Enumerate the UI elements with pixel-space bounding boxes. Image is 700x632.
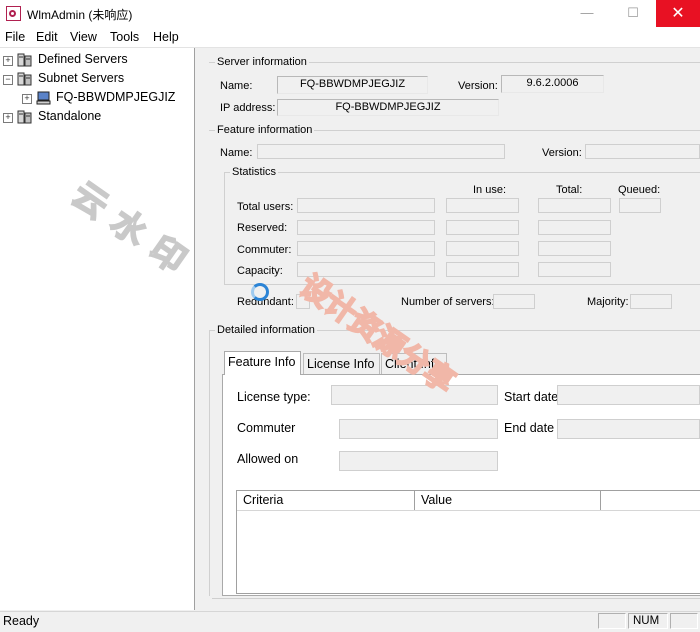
stat-field	[446, 262, 519, 277]
server-group-icon	[17, 53, 32, 67]
status-text: Ready	[3, 614, 40, 628]
ip-address-field: FQ-BBWDMPJEGJIZ	[277, 99, 499, 116]
stat-total-users-label: Total users:	[237, 201, 294, 213]
majority-label: Majority:	[587, 296, 629, 308]
tree-item-label: Standalone	[38, 109, 102, 123]
feature-name-field	[257, 144, 505, 159]
menu-view[interactable]: View	[70, 30, 97, 44]
server-group-icon	[17, 110, 32, 124]
stat-field	[297, 198, 435, 213]
tab-feature-info[interactable]: Feature Info	[224, 351, 301, 375]
menu-help[interactable]: Help	[153, 30, 179, 44]
stat-field	[297, 220, 435, 235]
group-border	[209, 330, 210, 596]
license-type-field	[331, 385, 498, 405]
start-date-label: Start date	[504, 390, 559, 404]
minimize-button[interactable]: —	[564, 0, 610, 27]
stat-field	[446, 241, 519, 256]
close-button[interactable]: ✕	[656, 0, 700, 27]
queued-header: Queued:	[618, 184, 661, 196]
commuter-label: Commuter	[237, 421, 296, 435]
allowed-on-field	[339, 451, 498, 471]
commuter-field	[339, 419, 498, 439]
menu-edit[interactable]: Edit	[36, 30, 58, 44]
stat-field	[446, 220, 519, 235]
expand-icon[interactable]: +	[3, 56, 13, 66]
total-header: Total:	[556, 184, 583, 196]
stat-field	[619, 198, 661, 213]
tree-item-label: Defined Servers	[38, 52, 128, 66]
menu-tools[interactable]: Tools	[110, 30, 139, 44]
status-panel	[670, 613, 698, 629]
number-of-servers-field	[493, 294, 535, 309]
menu-bar	[0, 27, 700, 48]
tab-license-info[interactable]: License Info	[303, 353, 380, 374]
stat-field	[538, 241, 611, 256]
num-lock-indicator: NUM	[628, 613, 668, 629]
majority-field	[630, 294, 672, 309]
expand-icon[interactable]: +	[22, 94, 32, 104]
in-use-header: In use:	[473, 184, 507, 196]
ip-address-label: IP address:	[220, 102, 276, 114]
maximize-button[interactable]: ☐	[610, 0, 656, 27]
stat-field	[538, 220, 611, 235]
name-label: Name:	[220, 80, 253, 92]
server-group-icon	[17, 72, 32, 86]
end-date-label: End date	[504, 421, 555, 435]
busy-spinner-icon	[251, 283, 269, 301]
feature-name-label: Name:	[220, 147, 253, 159]
start-date-field	[557, 385, 700, 405]
tree-item-label: FQ-BBWDMPJEGJIZ	[56, 90, 176, 104]
collapse-icon[interactable]: −	[3, 75, 13, 85]
window-title: WlmAdmin (未响应)	[27, 8, 133, 22]
detailed-info-label: Detailed information	[215, 324, 317, 336]
app-icon	[6, 6, 21, 21]
horizontal-scrollbar[interactable]	[212, 598, 700, 609]
number-of-servers-label: Number of servers:	[401, 296, 495, 308]
status-bar	[0, 611, 700, 632]
server-version-field: 9.6.2.0006	[501, 75, 604, 93]
version-label: Version:	[458, 80, 498, 92]
server-tree[interactable]	[0, 48, 195, 610]
statistics-label: Statistics	[230, 166, 279, 178]
tree-item-label: Subnet Servers	[38, 71, 125, 85]
stat-field	[446, 198, 519, 213]
stat-field	[538, 198, 611, 213]
expand-icon[interactable]: +	[3, 113, 13, 123]
feature-version-field	[585, 144, 700, 159]
allowed-on-label: Allowed on	[237, 452, 299, 466]
stat-commuter-label: Commuter:	[237, 244, 292, 256]
end-date-field	[557, 419, 700, 439]
stat-field	[297, 241, 435, 256]
list-header-divider	[237, 510, 700, 511]
server-info-label: Server information	[215, 56, 309, 68]
computer-icon	[36, 91, 51, 105]
feature-version-label: Version:	[542, 147, 582, 159]
server-name-field: FQ-BBWDMPJEGJIZ	[277, 76, 428, 94]
status-panel	[598, 613, 626, 629]
column-criteria[interactable]: Criteria	[237, 491, 415, 511]
stat-reserved-label: Reserved:	[237, 222, 288, 234]
stat-capacity-label: Capacity:	[237, 265, 283, 277]
menu-file[interactable]: File	[5, 30, 25, 44]
stat-field	[538, 262, 611, 277]
license-type-label: License type:	[237, 390, 311, 404]
column-value[interactable]: Value	[415, 491, 601, 511]
feature-info-label: Feature information	[215, 124, 315, 136]
